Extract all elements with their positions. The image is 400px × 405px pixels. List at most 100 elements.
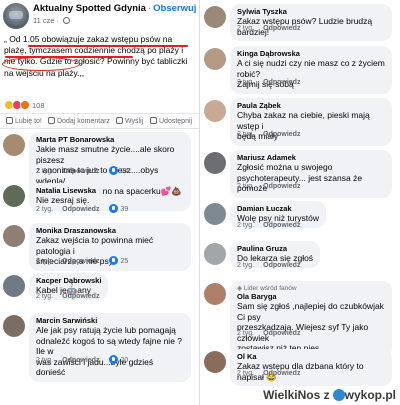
comment-time[interactable]: 2 tyg. bbox=[237, 370, 254, 377]
commenter-name[interactable]: Paulina Gruza bbox=[237, 244, 313, 253]
comment-meta: 2 tyg. Odpowiedz bbox=[237, 370, 300, 377]
commenter-name[interactable]: Ola Baryga bbox=[237, 292, 385, 301]
reply-button[interactable]: Odpowiedz bbox=[62, 357, 99, 364]
avatar[interactable] bbox=[204, 243, 226, 265]
commenter-name[interactable]: Sylwia Tyszka bbox=[237, 7, 385, 16]
comment-time[interactable]: 2 tyg. bbox=[237, 25, 254, 32]
commenter-name[interactable]: Damian Łuczak bbox=[237, 204, 319, 213]
commenter-name[interactable]: Kacper Dąbrowski bbox=[36, 276, 101, 285]
avatar[interactable] bbox=[204, 152, 226, 174]
commenter-name[interactable]: Kinga Dąbrowska bbox=[237, 49, 385, 58]
avatar[interactable] bbox=[204, 351, 226, 373]
reaction-summary[interactable]: 108 bbox=[4, 100, 45, 110]
comment-like-count[interactable]: 20 bbox=[109, 355, 128, 364]
comment-time[interactable]: 2 tyg. bbox=[237, 79, 254, 86]
like-count: 20 bbox=[120, 357, 129, 364]
commenter-name[interactable]: Ol Ka bbox=[237, 352, 385, 361]
comment-bubble: Marcin Sarwiński Ale jak psy ratują życie… bbox=[29, 313, 191, 382]
thumbs-up-icon bbox=[109, 166, 119, 175]
avatar[interactable] bbox=[3, 185, 25, 207]
comment-meta: 2 tyg. Odpowiedz bbox=[237, 25, 300, 32]
send-button[interactable]: Wyślij bbox=[116, 117, 143, 125]
comment-meta: 2 tyg. Odpowiedz bbox=[237, 131, 300, 138]
post-time[interactable]: 11 cze bbox=[33, 16, 55, 25]
commenter-name[interactable]: Monika Draszanowska bbox=[36, 226, 184, 235]
commenter-name[interactable]: Mariusz Adamek bbox=[237, 153, 385, 162]
avatar[interactable] bbox=[3, 134, 25, 156]
comment-time[interactable]: 2 tyg. bbox=[36, 168, 53, 175]
thumbs-up-icon bbox=[6, 117, 13, 124]
thumbs-up-icon bbox=[109, 256, 119, 265]
comment-meta: 2 tyg. Odpowiedz 24 bbox=[36, 166, 128, 175]
reply-button[interactable]: Odpowiedz bbox=[263, 25, 300, 32]
wykop-watermark: WielkiNos z wykop.pl bbox=[263, 388, 396, 402]
reply-button[interactable]: Odpowiedz bbox=[62, 293, 99, 300]
globe-icon bbox=[63, 17, 71, 24]
comment-time[interactable]: 2 tyg. bbox=[36, 206, 53, 213]
like-count: 24 bbox=[120, 168, 129, 175]
comment-meta: 2 tyg. Odpowiedz bbox=[237, 262, 300, 269]
share-button[interactable]: Udostępnij bbox=[150, 117, 192, 125]
reply-button[interactable]: Odpowiedz bbox=[62, 258, 99, 265]
comment-time[interactable]: 2 tyg. bbox=[36, 258, 53, 265]
red-underline bbox=[28, 45, 188, 47]
avatar[interactable] bbox=[204, 48, 226, 70]
avatar[interactable] bbox=[204, 100, 226, 122]
reply-button[interactable]: Odpowiedz bbox=[263, 222, 300, 229]
page-avatar[interactable] bbox=[3, 3, 29, 29]
comment-like-count[interactable]: 39 bbox=[109, 204, 128, 213]
reply-button[interactable]: Odpowiedz bbox=[263, 79, 300, 86]
comment-meta: 2 tyg. Odpowiedz 39 bbox=[36, 204, 128, 213]
comment-text: Ale jak psy ratują życie lub pomagają od… bbox=[36, 325, 183, 377]
comment-time[interactable]: 2 tyg. bbox=[237, 183, 254, 190]
avatar[interactable] bbox=[204, 6, 226, 28]
comment-time[interactable]: 2 tyg. bbox=[237, 131, 254, 138]
comment-like-count[interactable]: 24 bbox=[109, 166, 128, 175]
avatar[interactable] bbox=[3, 275, 25, 297]
comment-bubble: Kinga Dąbrowska A ci się nudzi czy nie ma… bbox=[230, 46, 392, 94]
reply-button[interactable]: Odpowiedz bbox=[263, 370, 300, 377]
comment-time[interactable]: 2 tyg. bbox=[237, 262, 254, 269]
reply-button[interactable]: Odpowiedz bbox=[263, 262, 300, 269]
reply-button[interactable]: Odpowiedz bbox=[62, 168, 99, 175]
comment-bubble: Mariusz Adamek Zgłosić można u swojego ps… bbox=[230, 150, 392, 198]
comment-time[interactable]: 2 tyg. bbox=[237, 222, 254, 229]
comment-bubble: Lider wśród fanówOla BarygaSam się zgłoś… bbox=[230, 281, 392, 358]
comment-text: Sam się zgłoś ,najlepiej do czubkówjak C… bbox=[237, 301, 384, 353]
comment-meta: 2 tyg. Odpowiedz 25 bbox=[36, 256, 128, 265]
wykop-logo-icon bbox=[332, 389, 345, 401]
comment-button[interactable]: Dodaj komentarz bbox=[48, 117, 110, 125]
comment-time[interactable]: 2 tyg. bbox=[237, 330, 254, 337]
commenter-name[interactable]: Marcin Sarwiński bbox=[36, 316, 184, 325]
comment-like-count[interactable]: 25 bbox=[109, 256, 128, 265]
avatar[interactable] bbox=[3, 315, 25, 337]
comment-meta: 2 tyg. Odpowiedz bbox=[237, 222, 300, 229]
comment-icon bbox=[48, 117, 55, 124]
avatar[interactable] bbox=[204, 283, 226, 305]
share-icon bbox=[150, 117, 157, 124]
like-count: 25 bbox=[120, 258, 129, 265]
commenter-name[interactable]: Marta PT Bonarowska bbox=[36, 135, 184, 144]
comment-time[interactable]: 2 tyg. bbox=[36, 293, 53, 300]
thumbs-up-icon bbox=[109, 204, 119, 213]
like-button[interactable]: Lubię to! bbox=[6, 117, 42, 125]
fan-badge: Lider wśród fanów bbox=[237, 284, 385, 292]
reply-button[interactable]: Odpowiedz bbox=[263, 131, 300, 138]
comment-bubble: Ol Ka Zakaz wstępu dla dzbana który to na… bbox=[230, 349, 392, 386]
post-action-bar: Lubię to! Dodaj komentarz Wyślij Udostęp… bbox=[0, 113, 199, 129]
red-circle-annotation bbox=[2, 57, 80, 71]
reaction-count: 108 bbox=[32, 101, 45, 110]
reply-button[interactable]: Odpowiedz bbox=[263, 330, 300, 337]
left-screenshot-panel: Aktualny Spotted Gdynia · Obserwuj 11 cze ·… bbox=[0, 0, 200, 405]
angry-reaction-icon bbox=[20, 100, 30, 110]
comment-meta: 2 tyg. Odpowiedz bbox=[237, 183, 300, 190]
avatar[interactable] bbox=[204, 203, 226, 225]
commenter-name[interactable]: Natalia Lisewska bbox=[36, 186, 96, 195]
reply-button[interactable]: Odpowiedz bbox=[263, 183, 300, 190]
page-name[interactable]: Aktualny Spotted Gdynia bbox=[33, 3, 146, 14]
reply-button[interactable]: Odpowiedz bbox=[62, 206, 99, 213]
commenter-name[interactable]: Paula Ząbek bbox=[237, 101, 385, 110]
comment-time[interactable]: 2 tyg. bbox=[36, 357, 53, 364]
follow-button[interactable]: Obserwuj bbox=[153, 3, 196, 14]
avatar[interactable] bbox=[3, 225, 25, 247]
